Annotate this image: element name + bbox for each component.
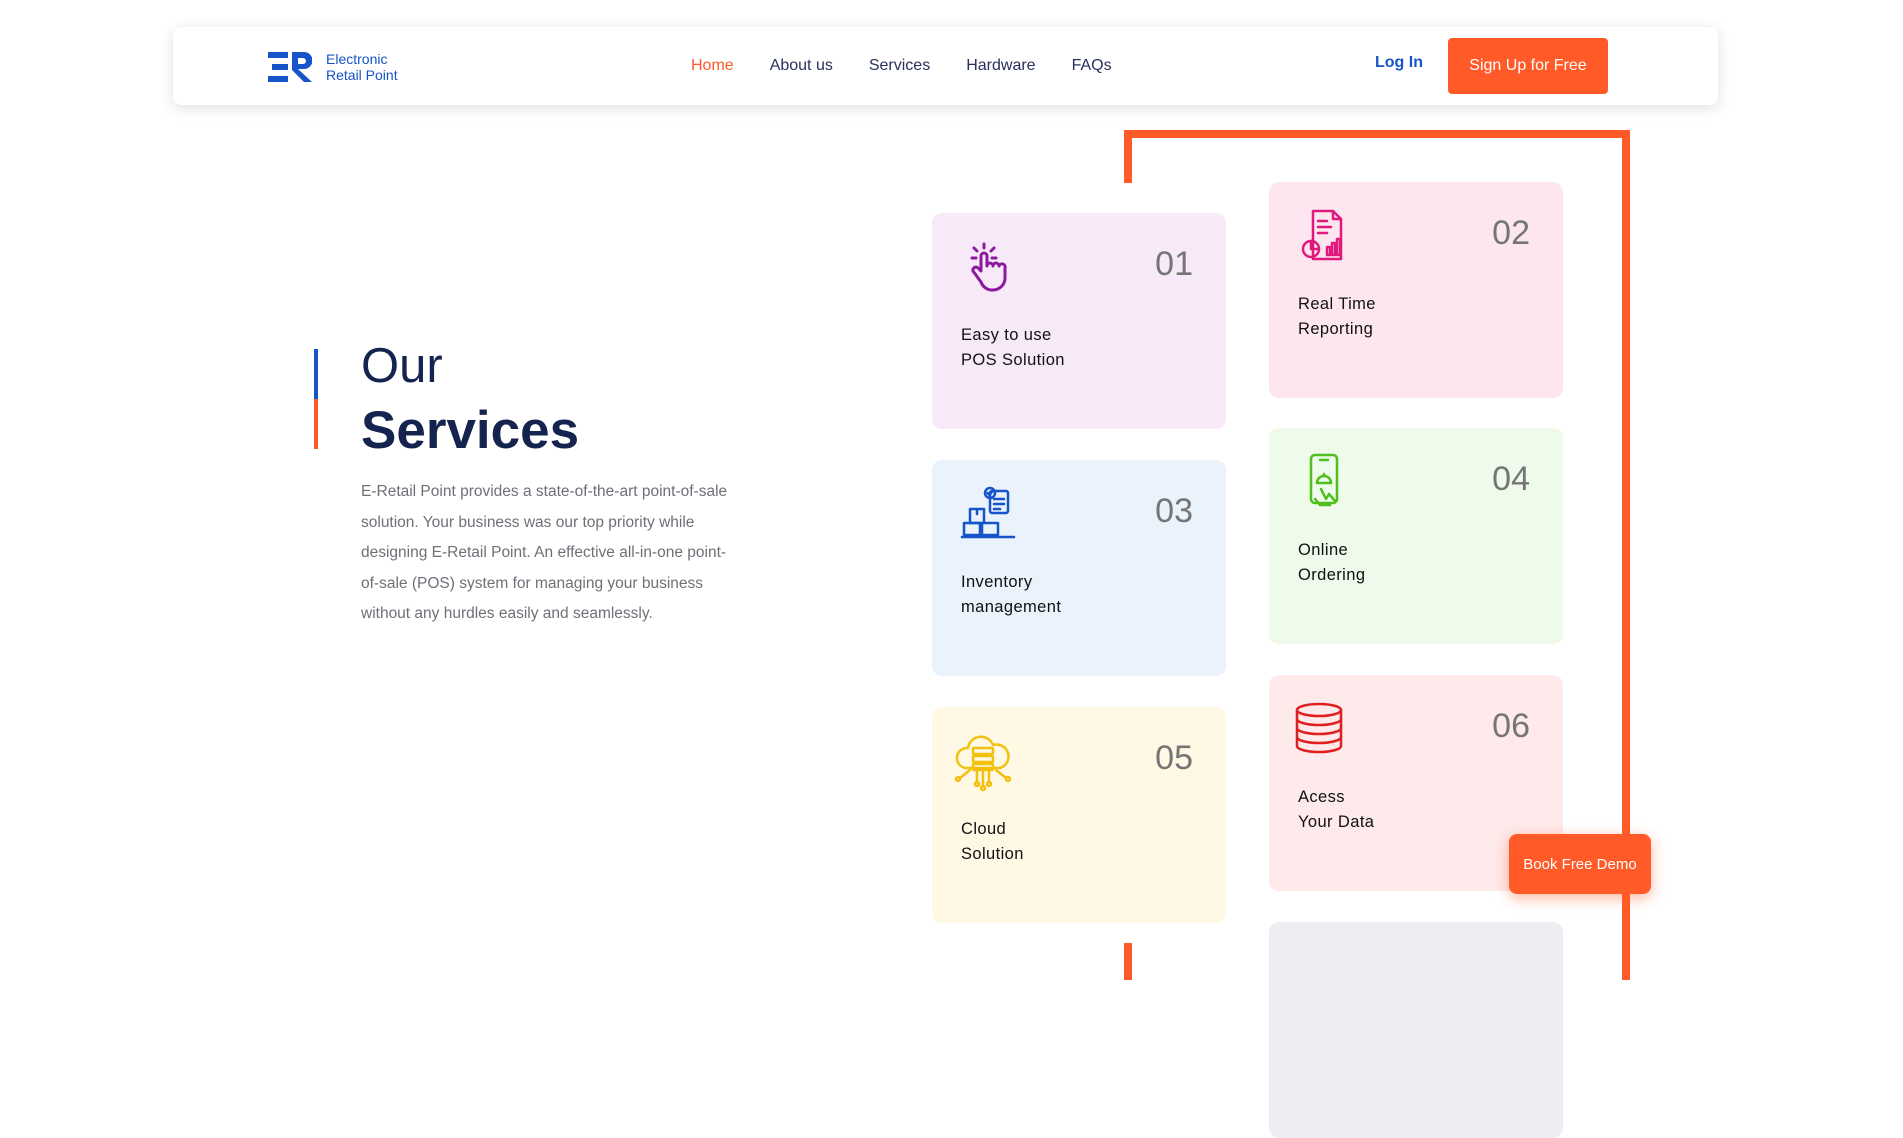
brand-name: Electronic Retail Point [326, 51, 398, 83]
nav-link-home[interactable]: Home [691, 57, 734, 75]
service-label: Easy to use POS Solution [961, 326, 1065, 369]
service-label: Real Time Reporting [1298, 295, 1376, 338]
service-label: Cloud Solution [961, 820, 1024, 863]
nav-links: Home About us Services Hardware FAQs [691, 27, 1148, 105]
brand-line2: Retail Point [326, 67, 398, 83]
signup-button[interactable]: Sign Up for Free [1448, 38, 1608, 94]
heading-accent-bar [314, 349, 318, 449]
service-number: 01 [1155, 245, 1193, 283]
service-card-partial [1269, 922, 1563, 1138]
section-description: E-Retail Point provides a state-of-the-a… [361, 483, 728, 622]
service-label: Online Ordering [1298, 541, 1366, 584]
service-number: 02 [1492, 214, 1530, 252]
service-label: Inventory management [961, 573, 1062, 616]
service-card-inventory[interactable]: 03 Inventory management [932, 460, 1226, 676]
service-number: 06 [1492, 707, 1530, 745]
nav-link-about[interactable]: About us [770, 57, 833, 75]
report-document-icon [1301, 209, 1343, 261]
service-card-pos[interactable]: 01 Easy to use POS Solution [932, 213, 1226, 429]
nav-link-hardware[interactable]: Hardware [966, 57, 1035, 75]
service-card-ordering[interactable]: 04 Online Ordering [1269, 428, 1563, 644]
section-title-line1: Our [361, 339, 443, 393]
service-number: 04 [1492, 460, 1530, 498]
top-navbar: Electronic Retail Point Home About us Se… [173, 27, 1718, 105]
service-card-cloud[interactable]: 05 Cloud Solution [932, 707, 1226, 923]
brand-logo[interactable]: Electronic Retail Point [268, 51, 398, 83]
book-demo-button[interactable]: Book Free Demo [1509, 834, 1651, 894]
database-icon [1295, 702, 1343, 754]
section-title-line2: Services [361, 401, 580, 460]
nav-link-faqs[interactable]: FAQs [1072, 57, 1112, 75]
tap-hand-icon [970, 242, 1007, 292]
mobile-order-icon [1309, 453, 1339, 507]
brand-line1: Electronic [326, 51, 388, 67]
inventory-boxes-icon [960, 486, 1016, 539]
service-card-reporting[interactable]: 02 Real Time Reporting [1269, 182, 1563, 398]
er-logo-icon [268, 52, 312, 82]
service-number: 03 [1155, 492, 1193, 530]
cloud-server-icon [954, 735, 1012, 792]
login-link[interactable]: Log In [1375, 54, 1423, 72]
nav-link-services[interactable]: Services [869, 57, 930, 75]
service-label: Acess Your Data [1298, 788, 1375, 831]
service-number: 05 [1155, 739, 1193, 777]
